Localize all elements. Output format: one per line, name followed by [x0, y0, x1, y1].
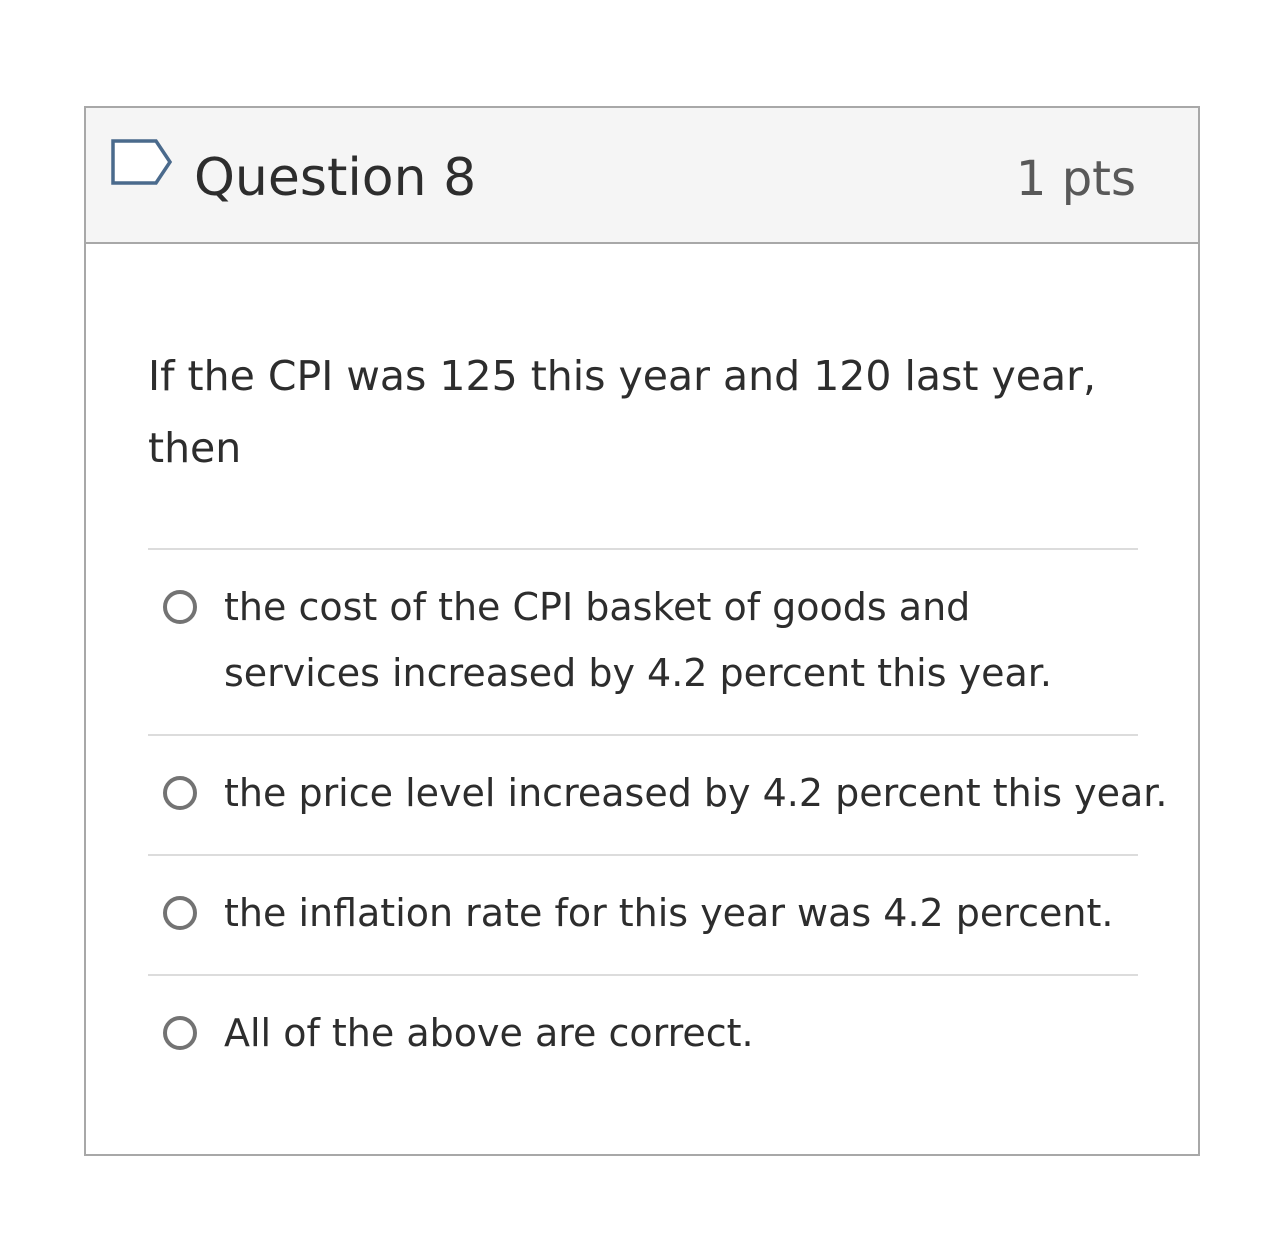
answer-option[interactable]: the price level increased by 4.2 percent…	[148, 734, 1168, 854]
answer-option[interactable]: the inflation rate for this year was 4.2…	[148, 854, 1138, 974]
answer-label[interactable]: All of the above are correct.	[224, 1000, 1124, 1066]
answer-label[interactable]: the price level increased by 4.2 percent…	[224, 760, 1168, 826]
question-points: 1 pts	[1015, 151, 1136, 207]
radio-button[interactable]	[163, 590, 197, 624]
radio-button[interactable]	[163, 776, 197, 810]
answer-list: the cost of the CPI basket of goods and …	[148, 548, 1168, 1094]
question-text: If the CPI was 125 this year and 120 las…	[148, 352, 1096, 472]
answer-option[interactable]: All of the above are correct.	[148, 974, 1138, 1094]
radio-button[interactable]	[163, 896, 197, 930]
radio-button[interactable]	[163, 1016, 197, 1050]
question-title: Question 8	[194, 148, 477, 208]
question-header: Question 8 1 pts	[86, 108, 1198, 244]
answer-option[interactable]: the cost of the CPI basket of goods and …	[148, 548, 1138, 734]
question-card: Question 8 1 pts If the CPI was 125 this…	[84, 106, 1200, 1156]
bookmark-flag-icon[interactable]	[110, 138, 174, 190]
answer-label[interactable]: the cost of the CPI basket of goods and …	[224, 574, 1124, 706]
answer-label[interactable]: the inflation rate for this year was 4.2…	[224, 880, 1124, 946]
